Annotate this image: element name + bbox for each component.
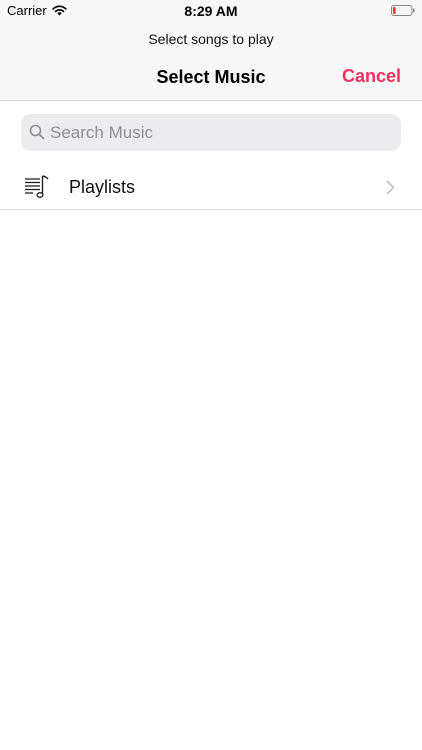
navigation-header: Carrier 8:29 AM Select songs to play Sel… xyxy=(0,0,422,101)
list-item-playlists[interactable]: Playlists xyxy=(0,166,422,210)
search-bar[interactable] xyxy=(21,114,401,151)
status-bar: Carrier 8:29 AM xyxy=(0,0,422,22)
battery-icon xyxy=(391,5,415,16)
search-input[interactable] xyxy=(50,114,390,151)
list-item-label: Playlists xyxy=(69,177,136,197)
chevron-right-icon xyxy=(386,180,395,195)
cancel-button[interactable]: Cancel xyxy=(342,66,401,87)
search-icon xyxy=(29,124,45,140)
battery-level-fill xyxy=(393,7,396,14)
playlist-icon xyxy=(25,175,49,198)
status-time: 8:29 AM xyxy=(184,3,238,19)
header-prompt: Select songs to play xyxy=(148,31,274,47)
